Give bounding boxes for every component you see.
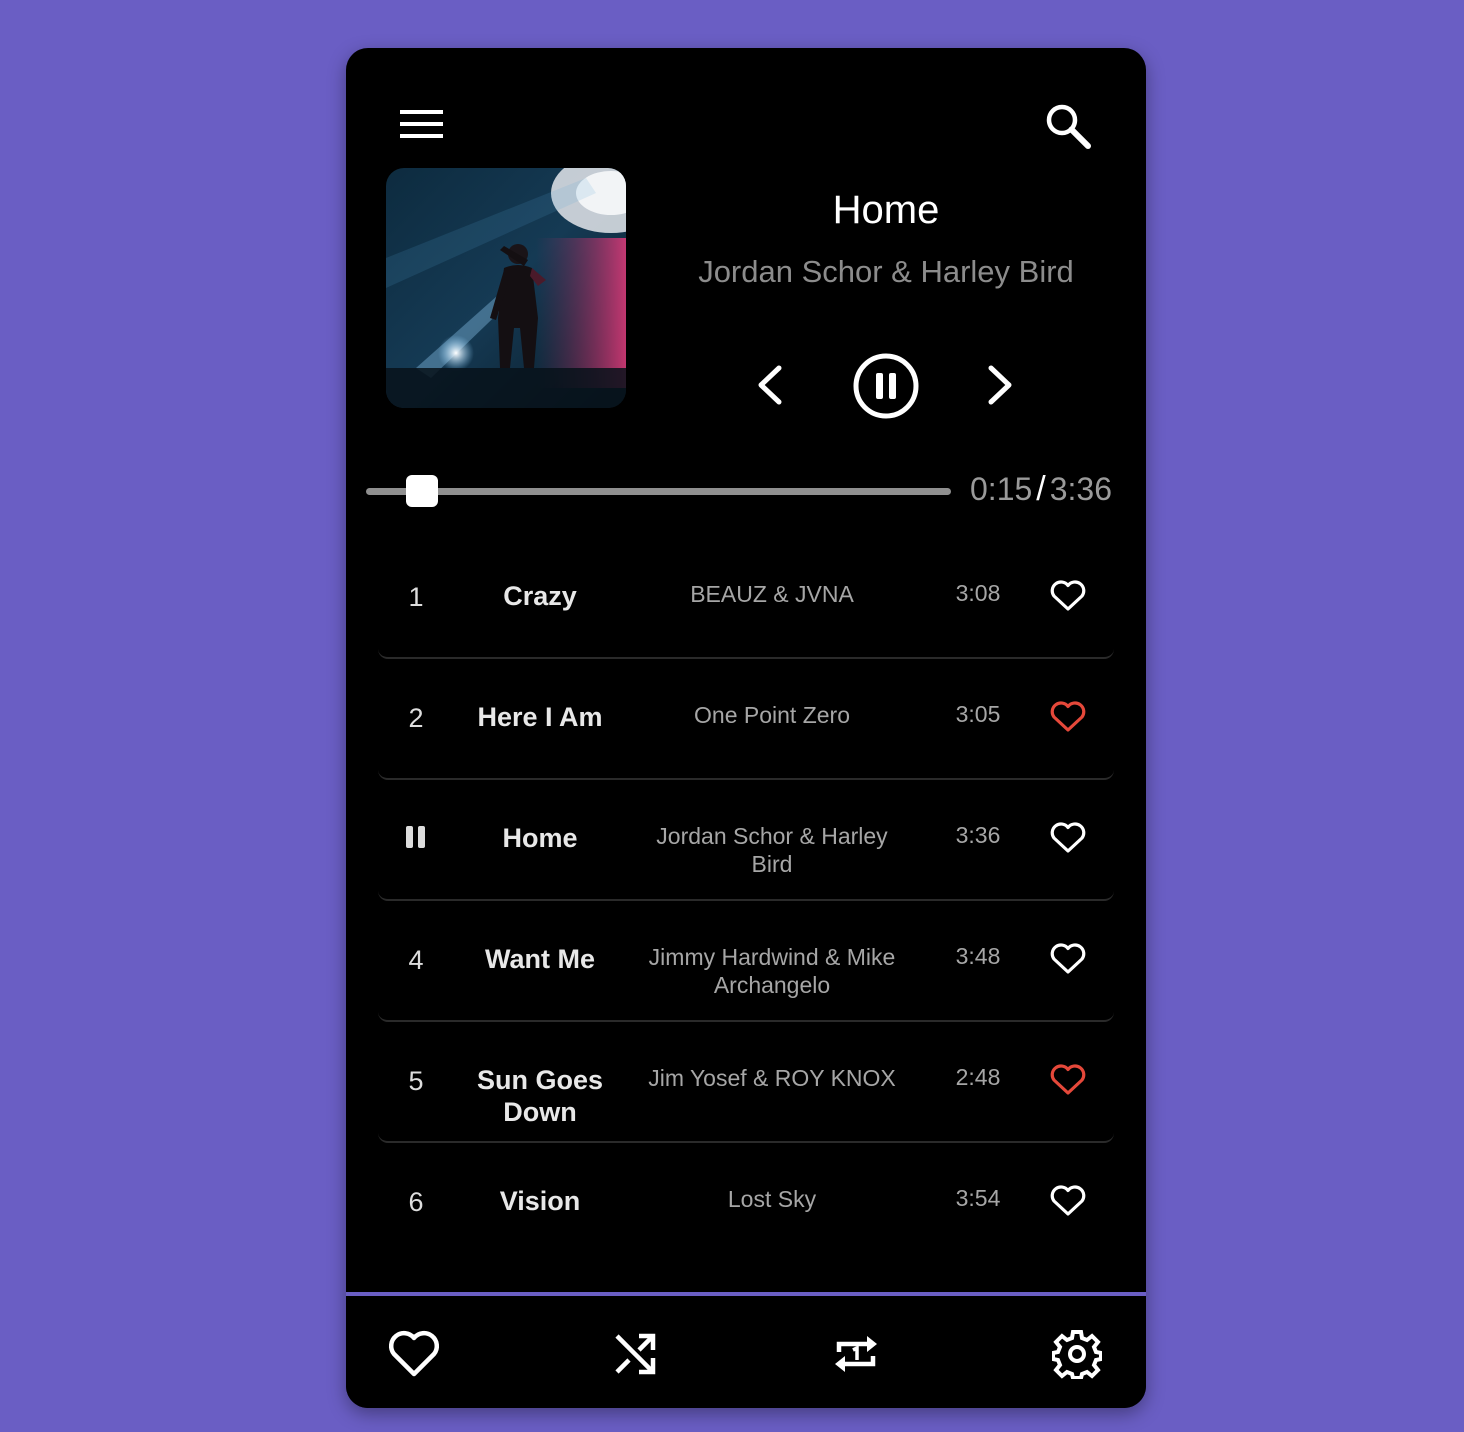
heart-icon: [1050, 1185, 1086, 1216]
track-number: 6: [408, 1187, 424, 1217]
track-duration: 3:05: [955, 701, 1001, 727]
track-row[interactable]: 2 Here I Am One Point Zero 3:05: [378, 659, 1114, 780]
menu-button[interactable]: [394, 100, 450, 148]
track-row[interactable]: Home Jordan Schor & Harley Bird 3:36: [378, 780, 1114, 901]
track-favorite-button[interactable]: [1048, 941, 1088, 977]
heart-icon: [1050, 943, 1086, 974]
track-row[interactable]: 4 Want Me Jimmy Hardwind & Mike Archangelo…: [378, 901, 1114, 1022]
search-icon: [1046, 104, 1091, 149]
track-duration: 3:48: [955, 943, 1001, 969]
track-title: Vision: [499, 1186, 581, 1216]
track-artist: Jim Yosef & ROY KNOX: [648, 1065, 896, 1091]
track-artist: Jordan Schor & Harley Bird: [656, 823, 888, 877]
album-art: [386, 168, 626, 408]
repeat-one-icon: [835, 1336, 877, 1372]
search-button[interactable]: [1040, 98, 1096, 154]
track-row[interactable]: 1 Crazy BEAUZ & JVNA 3:08: [378, 538, 1114, 659]
next-track-button[interactable]: [976, 354, 1024, 416]
bottom-bar: [346, 1292, 1146, 1408]
track-duration: 3:36: [955, 822, 1001, 848]
total-time: 3:36: [1049, 471, 1113, 507]
heart-icon: [1050, 822, 1086, 853]
track-title: Want Me: [485, 944, 595, 974]
track-artist: BEAUZ & JVNA: [690, 581, 854, 607]
track-duration: 2:48: [955, 1064, 1001, 1090]
time-separator: /: [1036, 470, 1046, 508]
track-favorite-button[interactable]: [1048, 820, 1088, 856]
shuffle-icon: [615, 1333, 656, 1375]
track-title: Crazy: [503, 581, 577, 611]
progress-slider[interactable]: [366, 488, 951, 495]
heart-icon: [388, 1330, 440, 1377]
track-number: 2: [408, 703, 424, 733]
track-title: Home: [502, 823, 578, 853]
heart-icon: [1050, 701, 1086, 732]
current-time: 0:15: [970, 471, 1033, 507]
track-number: 5: [408, 1066, 424, 1096]
chevron-right-icon: [988, 365, 1012, 405]
track-row[interactable]: 5 Sun Goes Down Jim Yosef & ROY KNOX 2:48: [378, 1022, 1114, 1143]
time-readout: 0:15/3:36: [970, 470, 1112, 509]
heart-icon: [1050, 580, 1086, 611]
track-playing-pause-icon[interactable]: [406, 826, 426, 848]
repeat-button[interactable]: [828, 1326, 884, 1382]
now-playing-title: Home: [832, 188, 940, 232]
track-number: 1: [408, 582, 424, 612]
track-favorite-button[interactable]: [1048, 578, 1088, 614]
previous-track-button[interactable]: [746, 354, 794, 416]
track-artist: Lost Sky: [727, 1186, 817, 1212]
chevron-left-icon: [758, 365, 782, 405]
gear-icon: [1052, 1330, 1102, 1379]
track-title: Sun Goes Down: [476, 1065, 604, 1127]
track-favorite-button[interactable]: [1048, 1183, 1088, 1219]
heart-icon: [1050, 1064, 1086, 1095]
track-duration: 3:08: [955, 580, 1001, 606]
track-artist: One Point Zero: [694, 702, 850, 728]
music-player: Home Jordan Schor & Harley Bird 0:15/3:3…: [346, 48, 1146, 1408]
track-favorite-button[interactable]: [1048, 1062, 1088, 1098]
shuffle-button[interactable]: [607, 1326, 663, 1382]
concert-performer-photo: [386, 168, 626, 408]
settings-button[interactable]: [1049, 1326, 1105, 1382]
track-title: Here I Am: [477, 702, 603, 732]
track-list: 1 Crazy BEAUZ & JVNA 3:08 2 Here I Am One Poin…: [378, 538, 1114, 1262]
pause-circle-icon: [853, 353, 919, 419]
now-playing-artist: Jordan Schor & Harley Bird: [698, 254, 1074, 289]
track-favorite-button[interactable]: [1048, 699, 1088, 735]
track-row[interactable]: 6 Vision Lost Sky 3:54: [378, 1143, 1114, 1262]
play-pause-button[interactable]: [850, 350, 922, 422]
hamburger-menu-icon: [400, 110, 443, 138]
track-number: 4: [408, 945, 424, 975]
track-artist: Jimmy Hardwind & Mike Archangelo: [648, 944, 896, 998]
track-duration: 3:54: [955, 1185, 1001, 1211]
favorites-button[interactable]: [386, 1326, 442, 1382]
progress-thumb[interactable]: [406, 475, 439, 507]
